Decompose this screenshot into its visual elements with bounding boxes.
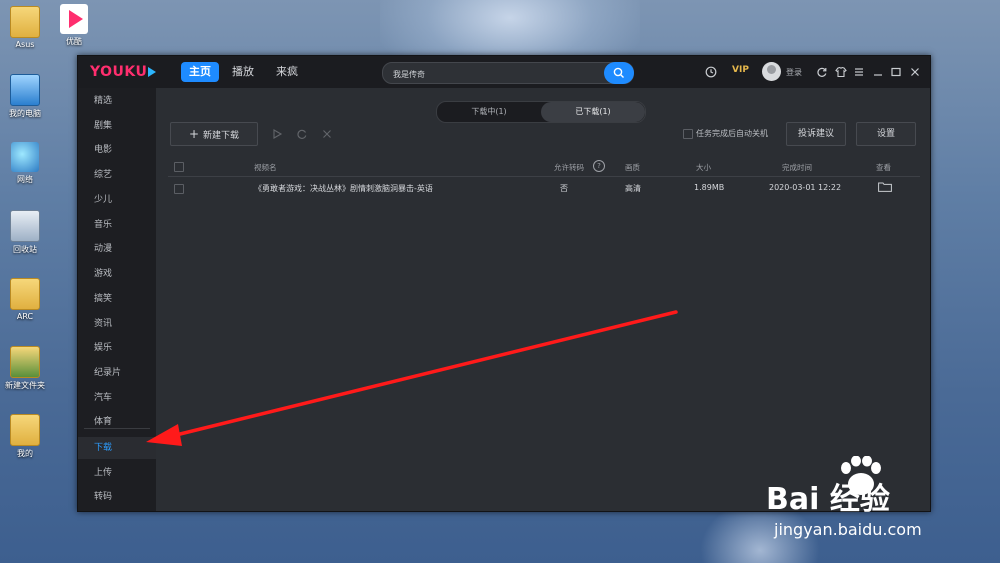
baidu-url: jingyan.baidu.com [774, 520, 922, 539]
baidu-logo-text: Bai 经验 [766, 482, 890, 517]
baidu-watermark: Bai 经验 jingyan.baidu.com [766, 456, 1000, 546]
annotation-arrow-shaft [170, 310, 678, 438]
annotation-arrow-head [146, 424, 182, 446]
